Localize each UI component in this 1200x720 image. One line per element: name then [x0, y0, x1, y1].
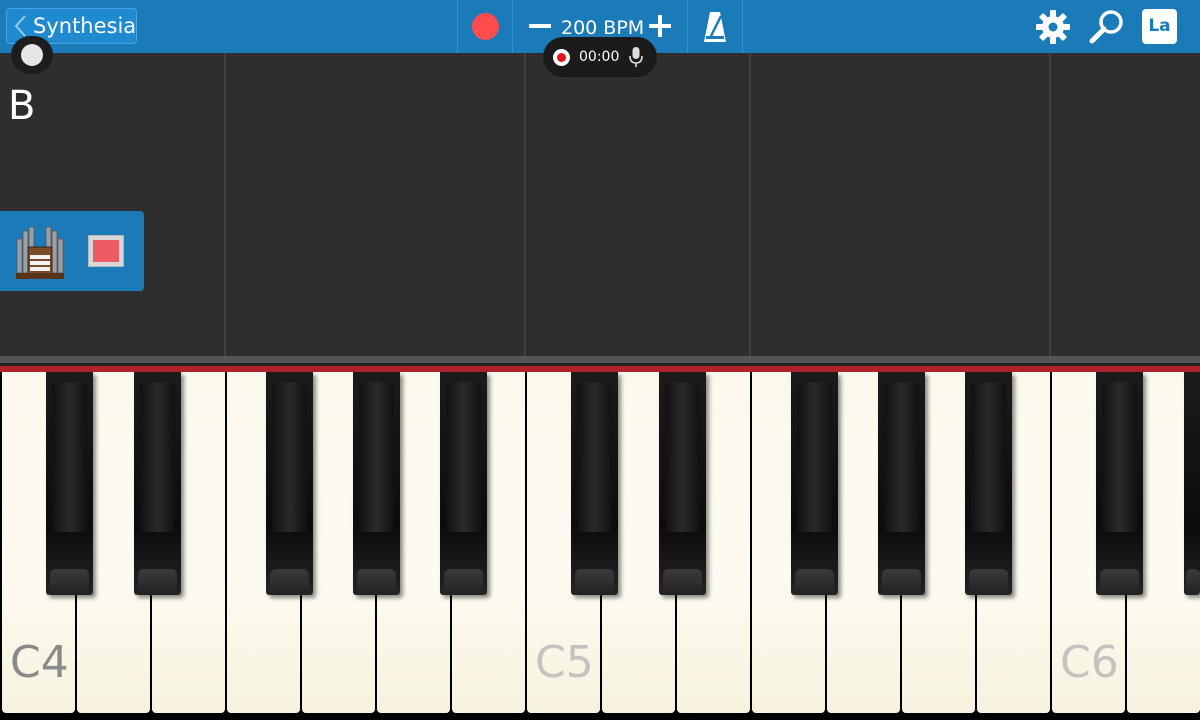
- toolbar-divider: [687, 0, 688, 53]
- toolbar-divider: [457, 0, 458, 53]
- track-color-fill: [93, 240, 119, 262]
- key-label-c5: C5: [535, 637, 594, 688]
- microphone-icon: [629, 47, 643, 67]
- black-key-c-sharp-5[interactable]: [571, 372, 618, 595]
- black-key-f-sharp-5[interactable]: [791, 372, 838, 595]
- note-timeline: [0, 53, 1200, 356]
- note-letter: B: [8, 83, 36, 129]
- black-key-d-sharp-6[interactable]: [1184, 372, 1200, 595]
- chevron-left-icon: [14, 15, 26, 37]
- magnifier-icon[interactable]: [1088, 8, 1126, 46]
- slider-knob[interactable]: [21, 44, 43, 66]
- measure-line: [749, 53, 751, 356]
- back-button-label: Synthesia: [33, 14, 137, 38]
- black-key-c-sharp-6[interactable]: [1096, 372, 1143, 595]
- minus-icon[interactable]: [526, 12, 554, 40]
- toolbar-divider: [512, 0, 513, 53]
- keyboard-top-bar: [0, 356, 1200, 363]
- black-key-a-sharp-5[interactable]: [965, 372, 1012, 595]
- gear-icon[interactable]: [1035, 9, 1071, 45]
- plus-icon[interactable]: [646, 12, 674, 40]
- pipe-organ-icon[interactable]: [14, 225, 66, 281]
- black-key-a-sharp-4[interactable]: [440, 372, 487, 595]
- record-button[interactable]: [472, 13, 499, 40]
- measure-line: [524, 53, 526, 356]
- black-key-d-sharp-4[interactable]: [134, 372, 181, 595]
- measure-line: [224, 53, 226, 356]
- recording-time: 00:00: [579, 49, 620, 65]
- language-button[interactable]: La: [1142, 9, 1177, 44]
- black-key-g-sharp-4[interactable]: [353, 372, 400, 595]
- black-key-f-sharp-4[interactable]: [266, 372, 313, 595]
- key-label-c4: C4: [10, 637, 69, 688]
- measure-line: [1049, 53, 1051, 356]
- key-label-c6: C6: [1060, 637, 1119, 688]
- recording-indicator: 00:00: [543, 37, 657, 77]
- record-dot-icon: [557, 53, 566, 62]
- black-key-g-sharp-5[interactable]: [878, 372, 925, 595]
- track-color-swatch[interactable]: [88, 235, 124, 267]
- toolbar-divider: [742, 0, 743, 53]
- metronome-icon[interactable]: [702, 10, 728, 44]
- black-key-c-sharp-4[interactable]: [46, 372, 93, 595]
- black-key-d-sharp-5[interactable]: [659, 372, 706, 595]
